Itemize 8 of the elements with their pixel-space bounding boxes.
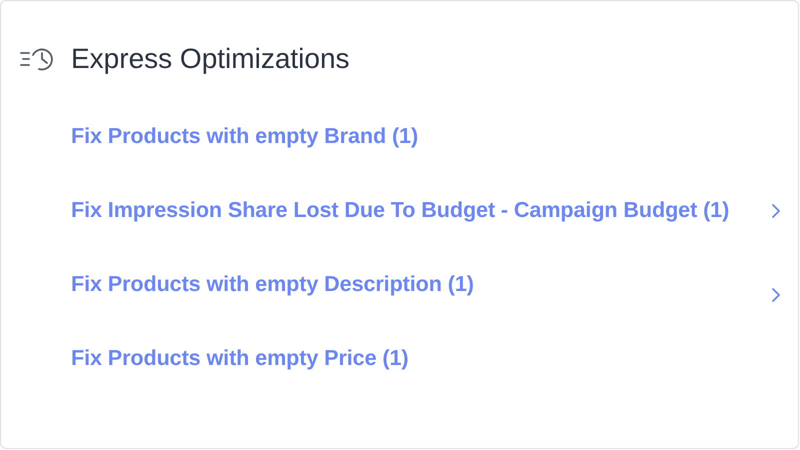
chevron-icon[interactable]	[771, 203, 781, 219]
optimization-link[interactable]: Fix Products with empty Description (1)	[71, 265, 474, 303]
optimization-link[interactable]: Fix Impression Share Lost Due To Budget - Campaign Budget (1)	[71, 191, 730, 229]
section-title: Express Optimizations	[71, 45, 350, 73]
optimization-link[interactable]: Fix Products with empty Price (1)	[71, 339, 408, 377]
chevron-icon[interactable]	[771, 287, 781, 303]
optimization-link[interactable]: Fix Products with empty Brand (1)	[71, 117, 418, 155]
history-icon	[19, 46, 55, 72]
